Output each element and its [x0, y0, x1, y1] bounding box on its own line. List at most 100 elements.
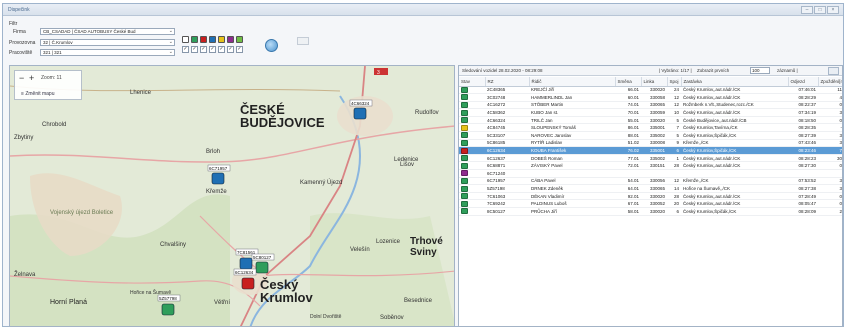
status-color-icon: [236, 36, 243, 43]
cell-driver: TRILČ Jan: [529, 116, 615, 125]
table-row[interactable]: 5C86185 RYTÍŘ Ladislav 51.02 330008 9 Křemže,…: [459, 139, 842, 148]
table-row[interactable]: 7C61063 DĚKAN Vladimír 92.01 330020 28 Český …: [459, 192, 842, 201]
map-label-budejovice: BUDĚJOVICE: [240, 115, 325, 130]
status-color-icon: [200, 36, 207, 43]
filter-heading: Filtr: [9, 21, 18, 27]
status-color-icon: [227, 36, 234, 43]
col-header-smena[interactable]: Směna: [615, 77, 642, 87]
table-row[interactable]: 3C02748 HAMMERLINDL Jan 60.01 330058 12 Český…: [459, 93, 842, 102]
table-row[interactable]: 6C71957 CÁBA Pavel 54.01 330056 12 Křemže,,/C…: [459, 177, 842, 186]
map-canvas[interactable]: 3 ČESKÉ BUDĚJOVICE Český Krumlov Trhové …: [10, 66, 455, 327]
col-header-delay[interactable]: Zpoždění[min]: [818, 77, 842, 87]
cell-driver: [529, 169, 615, 178]
close-button[interactable]: ×: [827, 6, 839, 14]
cell-delay: 3: [818, 184, 842, 193]
minimize-button[interactable]: –: [801, 6, 813, 14]
cell-linka: 330020: [641, 207, 667, 216]
col-header-rz[interactable]: RZ: [485, 77, 530, 87]
table-row[interactable]: 6C71240: [459, 169, 842, 178]
col-header-driver[interactable]: Řidič: [529, 77, 616, 87]
table-row[interactable]: 6C68871 ZÁVISKÝ Pavel 72.01 330151 28 Český K…: [459, 161, 842, 171]
table-row[interactable]: 8C50127 PRŮCHA Jiří 58.01 330020 6 Český Krum…: [459, 207, 842, 216]
status-filter-checkbox[interactable]: ✓: [182, 46, 189, 53]
cell-smena: 66.01: [615, 86, 641, 95]
status-filter-checkbox[interactable]: ✓: [227, 46, 234, 53]
settings-button[interactable]: [297, 37, 309, 45]
status-color-icon: [218, 36, 225, 43]
col-header-linka[interactable]: Linka: [641, 77, 668, 87]
table-row[interactable]: 5Z57198 DRNEK Zdeněk 64.01 330065 14 Hořice n…: [459, 184, 842, 193]
title-bar: Dispečink – □ ×: [3, 4, 843, 16]
status-legend: [182, 36, 243, 43]
col-header-stav[interactable]: Stav: [459, 77, 486, 87]
status-filter-checkbox[interactable]: ✓: [209, 46, 216, 53]
cell-status: [459, 177, 485, 186]
cell-rz: 5C86185: [485, 139, 529, 148]
status-filter-checkbox[interactable]: ✓: [218, 46, 225, 53]
col-header-spoj[interactable]: Spoj: [667, 77, 682, 87]
table-row[interactable]: 5C33107 NAROVEC Jaroslav 88.01 335002 5 Český…: [459, 131, 842, 140]
zoom-in-button[interactable]: +: [29, 73, 34, 83]
chevron-down-icon: ⌄: [168, 28, 173, 34]
provoz-select[interactable]: 32 | Č.Krumlov ⌄: [40, 39, 175, 46]
cell-driver: NAROVEC Jaroslav: [529, 131, 615, 140]
refresh-button[interactable]: [265, 39, 278, 52]
maximize-button[interactable]: □: [814, 6, 826, 14]
table-row[interactable]: 7C69242 PALDINUS Luboš 67.01 330052 20 Český …: [459, 199, 842, 208]
table-row[interactable]: 4C16272 STÖBER Martin 74.01 330065 12 Rožmber…: [459, 101, 842, 110]
show-first-input[interactable]: 100: [750, 67, 770, 74]
pracoviste-label: Pracoviště: [9, 50, 33, 56]
col-header-stop[interactable]: Zastávka: [681, 77, 789, 87]
pracoviste-select[interactable]: 321 | 321 ⌄: [40, 49, 175, 56]
table-row[interactable]: 6C12637 DOBEŠ Roman 77.01 335002 1 Český Krum…: [459, 154, 842, 163]
cell-linka: 330151: [641, 161, 667, 171]
table-row[interactable]: 4C66324 TRILČ Jan 55.01 330020 5 České Budějo…: [459, 116, 842, 125]
bus-status-icon: [461, 193, 468, 199]
cell-status: [459, 86, 485, 95]
table-options-button[interactable]: [828, 67, 839, 75]
cell-driver: RYTÍŘ Ladislav: [529, 139, 615, 148]
map-label-trhove: Trhové: [410, 236, 443, 247]
cell-delay: -: [818, 123, 842, 133]
cell-stop: Český Krumlov,,aut.nádr./CK: [681, 86, 788, 95]
cell-spoj: 5: [667, 131, 681, 140]
table-row[interactable]: 4C58362 KUBO Jan st. 70.01 330059 10 Český Kr…: [459, 108, 842, 117]
svg-text:5C80127: 5C80127: [253, 255, 272, 260]
bus-status-icon: [461, 200, 468, 207]
cell-rz: 5Z57198: [485, 184, 529, 193]
cell-linka: [641, 169, 667, 178]
svg-text:3: 3: [377, 70, 380, 76]
cell-spoj: 28: [667, 161, 681, 171]
map-panel[interactable]: 3 ČESKÉ BUDĚJOVICE Český Krumlov Trhové …: [9, 65, 455, 327]
cell-driver: DRNEK Zdeněk: [529, 184, 615, 193]
table-row[interactable]: 2C48365 KREJČÍ Jiří 66.01 330020 24 Český Kru…: [459, 86, 842, 95]
cell-smena: 76.02: [615, 146, 641, 155]
zoom-out-button[interactable]: −: [19, 73, 24, 83]
firm-select[interactable]: CB_CSADAD | ČSAD AUTOBUSY České Bud ⌄: [40, 28, 175, 35]
status-filter-checkbox[interactable]: ✓: [191, 46, 198, 53]
cell-driver: KUBO Jan st.: [529, 108, 615, 117]
table-row[interactable]: 6C12634 KOUBA František 76.02 335001 6 Český …: [459, 146, 842, 155]
cell-stop: Český Krumlov,,aut.nádr./CK: [681, 192, 788, 201]
bus-status-icon: [461, 139, 468, 146]
status-filter-checkbox[interactable]: ✓: [236, 46, 243, 53]
col-header-odjezd[interactable]: Odjezd: [788, 77, 819, 87]
cell-rz: 5C33107: [485, 131, 529, 140]
table-row[interactable]: 4C84745 SLOUPENSKÝ Tomáš 86.01 335001 7 Český…: [459, 123, 842, 133]
cell-odjezd: 08:18:50: [788, 116, 818, 125]
cell-smena: 54.01: [615, 177, 641, 186]
cell-delay: 0: [818, 199, 842, 208]
map-toolbar: − + Zoom: 11 ≡ Změnit mapu: [14, 70, 82, 100]
svg-text:4C66324: 4C66324: [351, 101, 370, 106]
cell-stop: Český Krumlov,,aut.nádr./CK: [681, 154, 788, 163]
cell-linka: 335001: [641, 146, 667, 155]
selection-count: | Vybráno: 1/17 |: [659, 68, 692, 73]
cell-linka: 330020: [641, 116, 667, 125]
cell-stop: Český Krumlov,,aut.nádr./CK: [681, 199, 788, 208]
bus-status-icon: [461, 124, 468, 131]
map-label-ledenice: Ledenice: [394, 157, 419, 163]
status-filter-checkbox[interactable]: ✓: [200, 46, 207, 53]
change-map-label: Změnit mapu: [25, 91, 55, 97]
change-map-button[interactable]: ≡ Změnit mapu: [21, 91, 55, 97]
pracoviste-select-value: 321 | 321: [43, 50, 62, 55]
